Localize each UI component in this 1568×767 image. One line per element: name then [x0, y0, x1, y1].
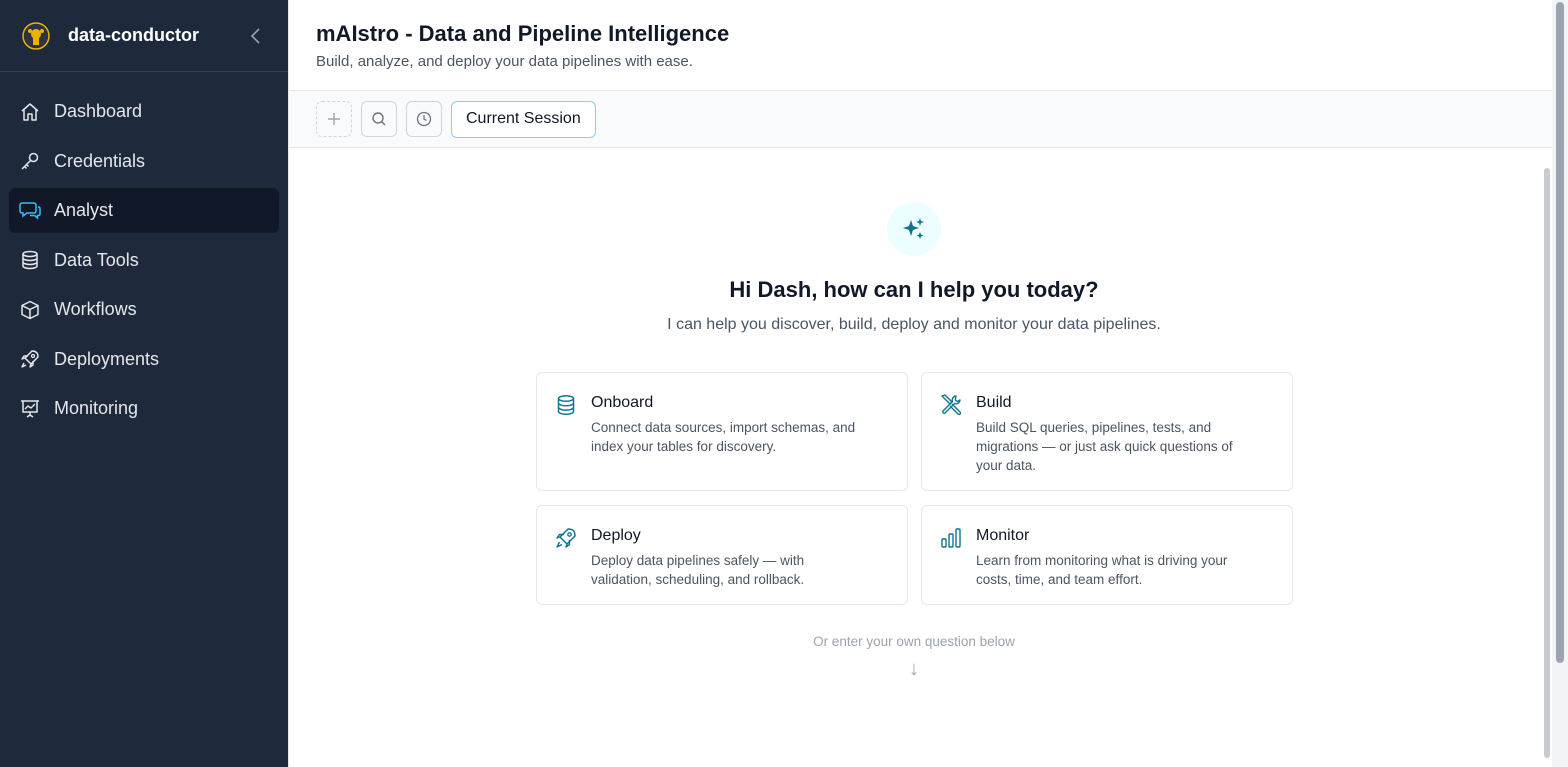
- deploy-card[interactable]: Deploy Deploy data pipelines safely — wi…: [536, 505, 908, 605]
- app-name: data-conductor: [68, 25, 200, 45]
- card-title: Monitor: [976, 527, 1030, 544]
- sparkles-icon: [887, 202, 941, 256]
- search-sessions-button[interactable]: [361, 101, 397, 137]
- plus-icon: [328, 113, 340, 125]
- sidebar-item-label: Workflows: [54, 299, 137, 319]
- card-description: Build SQL queries, pipelines, tests, and…: [976, 420, 1233, 473]
- sidebar-item-label: Dashboard: [54, 101, 143, 121]
- new-session-button[interactable]: [316, 101, 352, 137]
- card-description: Connect data sources, import schemas, an…: [591, 420, 856, 454]
- sidebar: data-conductor Dashboard Credentials Ana…: [0, 0, 288, 767]
- chevron-left-icon: [250, 28, 260, 44]
- sidebar-item-data-tools[interactable]: Data Tools: [9, 238, 279, 283]
- page-title: mAIstro - Data and Pipeline Intelligence: [316, 21, 730, 46]
- welcome-panel: Hi Dash, how can I help you today? I can…: [289, 148, 1539, 767]
- card-description: Learn from monitoring what is driving yo…: [976, 553, 1228, 587]
- sidebar-nav: Dashboard Credentials Analyst Data Tools…: [0, 72, 288, 431]
- bar-chart-icon: [940, 527, 962, 549]
- sidebar-item-monitoring[interactable]: Monitoring: [9, 386, 279, 431]
- page-scrollbar-thumb[interactable]: [1556, 2, 1564, 663]
- chat-icon: [19, 200, 41, 222]
- page-header: mAIstro - Data and Pipeline Intelligence…: [289, 0, 1552, 91]
- welcome-subtitle: I can help you discover, build, deploy a…: [667, 316, 1161, 333]
- card-title: Deploy: [591, 527, 641, 544]
- monitor-card[interactable]: Monitor Learn from monitoring what is dr…: [921, 505, 1293, 605]
- welcome-greeting: Hi Dash, how can I help you today?: [729, 277, 1099, 302]
- card-title: Onboard: [591, 394, 654, 411]
- sidebar-item-analyst[interactable]: Analyst: [9, 188, 279, 233]
- content-scrollbar-thumb[interactable]: [1544, 168, 1550, 758]
- card-description: Deploy data pipelines safely — with vali…: [591, 553, 805, 587]
- rocket-icon: [555, 527, 577, 549]
- home-icon: [19, 101, 41, 123]
- card-title: Build: [976, 394, 1012, 411]
- session-history-button[interactable]: [406, 101, 442, 137]
- main-panel: mAIstro - Data and Pipeline Intelligence…: [288, 0, 1552, 767]
- onboard-card[interactable]: Onboard Connect data sources, import sch…: [536, 372, 908, 491]
- sidebar-header: data-conductor: [0, 0, 288, 72]
- sidebar-item-dashboard[interactable]: Dashboard: [9, 89, 279, 134]
- sidebar-item-label: Credentials: [54, 150, 146, 171]
- presentation-chart-icon: [19, 398, 41, 420]
- sidebar-item-credentials[interactable]: Credentials: [9, 139, 279, 184]
- database-icon: [19, 249, 41, 271]
- sidebar-item-deployments[interactable]: Deployments: [9, 337, 279, 382]
- sidebar-item-label: Deployments: [54, 348, 160, 369]
- session-toolbar: Current Session: [289, 91, 1552, 148]
- database-icon: [555, 394, 577, 416]
- collapse-sidebar-button[interactable]: [244, 24, 268, 48]
- rocket-icon: [19, 348, 41, 370]
- sidebar-item-workflows[interactable]: Workflows: [9, 287, 279, 332]
- clock-icon: [416, 111, 432, 127]
- key-icon: [19, 150, 41, 172]
- page-subtitle: Build, analyze, and deploy your data pip…: [316, 53, 693, 70]
- cube-icon: [19, 299, 41, 321]
- input-hint: Or enter your own question below: [813, 634, 1015, 649]
- arrow-down-icon: ↓: [909, 657, 919, 680]
- sidebar-item-label: Analyst: [54, 200, 114, 220]
- search-icon: [372, 112, 386, 126]
- sidebar-item-label: Monitoring: [54, 398, 139, 418]
- sidebar-item-label: Data Tools: [54, 249, 139, 270]
- app-logo-icon: [22, 21, 50, 50]
- tab-current-session[interactable]: Current Session: [451, 100, 596, 138]
- build-card[interactable]: Build Build SQL queries, pipelines, test…: [921, 372, 1293, 491]
- wrench-screwdriver-icon: [940, 394, 962, 416]
